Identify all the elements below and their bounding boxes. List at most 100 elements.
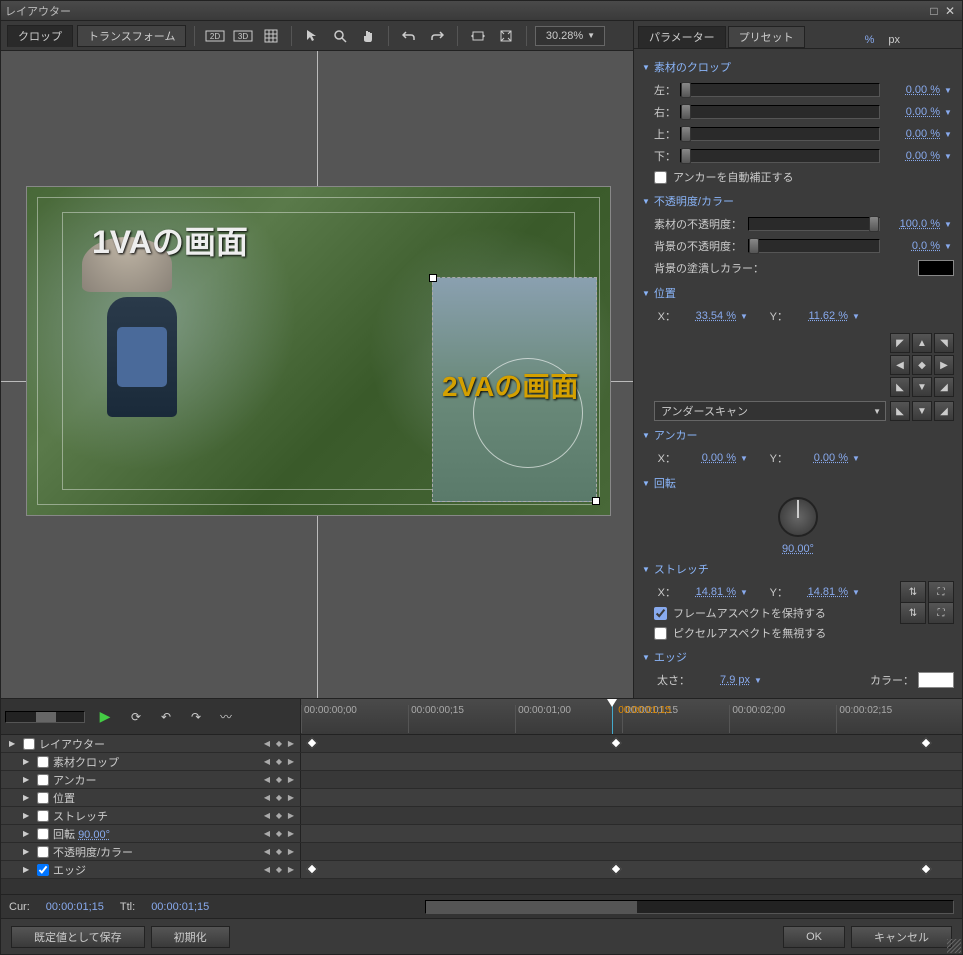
nudge-center[interactable]: ◆ [912,355,932,375]
pos-x-value[interactable]: 33.54 % [680,310,736,322]
spinner-icon[interactable]: ▼ [944,242,954,251]
kf-next-icon[interactable]: ▶ [286,739,296,748]
spinner-icon[interactable]: ▼ [944,152,954,161]
tab-transform[interactable]: トランスフォーム [77,25,186,47]
mat-opacity-value[interactable]: 100.0 % [884,218,940,230]
spinner-icon[interactable]: ▼ [852,312,862,321]
stretch-link-icon[interactable]: ⇅ [900,581,926,603]
section-rotation[interactable]: 回転 [642,475,954,491]
tab-crop[interactable]: クロップ [7,25,73,47]
kf-next-icon[interactable]: ▶ [286,793,296,802]
track-expand-icon[interactable]: ▶ [23,775,33,784]
stretch-link-icon-2[interactable]: ⇅ [900,602,926,624]
section-crop[interactable]: 素材のクロップ [642,59,954,75]
spinner-icon[interactable]: ▼ [852,588,862,597]
kf-prev-icon[interactable]: ◀ [262,757,272,766]
fit-icon[interactable] [494,25,518,47]
section-edge[interactable]: エッジ [642,649,954,665]
spinner-icon[interactable]: ▼ [740,312,750,321]
track-lane[interactable] [301,771,962,788]
kf-next-icon[interactable]: ▶ [286,757,296,766]
crop-left-value[interactable]: 0.00 % [884,84,940,96]
tab-parameter[interactable]: パラメーター [638,26,726,48]
fit-horizontal-icon[interactable] [466,25,490,47]
grid-icon[interactable] [259,25,283,47]
stretch-y-value[interactable]: 14.81 % [792,586,848,598]
kf-next-icon[interactable]: ▶ [286,829,296,838]
track-lane[interactable] [301,861,962,878]
anchor-y-value[interactable]: 0.00 % [792,452,848,464]
resize-grip[interactable] [947,939,961,953]
timeline-zoom-scrollbar[interactable] [5,711,85,723]
kf-prev-icon[interactable]: ◀ [262,847,272,856]
track-lane[interactable] [301,825,962,842]
nudge-down-right[interactable]: ◢ [934,377,954,397]
crop-top-value[interactable]: 0.00 % [884,128,940,140]
spinner-icon[interactable]: ▼ [740,588,750,597]
spinner-icon[interactable]: ▼ [740,454,750,463]
timeline-ruler[interactable]: 00:00:01;15 00:00:00;0000:00:00;1500:00:… [301,699,962,734]
track-expand-icon[interactable]: ▶ [23,847,33,856]
keyframe[interactable] [610,737,621,748]
track-keyframe-checkbox[interactable] [23,738,35,750]
pointer-icon[interactable] [300,25,324,47]
bg-opacity-slider[interactable] [748,239,880,253]
play-button[interactable]: ▶ [93,705,117,729]
save-default-button[interactable]: 既定値として保存 [11,926,145,948]
kf-prev-icon[interactable]: ◀ [262,829,272,838]
track-expand-icon[interactable]: ▶ [23,829,33,838]
cancel-button[interactable]: キャンセル [851,926,952,948]
mode-3d-button[interactable]: 3D [231,25,255,47]
maximize-icon[interactable]: □ [926,4,942,18]
loop-icon[interactable]: ⟳ [125,706,147,728]
nudge-up-right[interactable]: ◥ [934,333,954,353]
align-right-icon[interactable]: ◢ [934,401,954,421]
track-keyframe-checkbox[interactable] [37,774,49,786]
spinner-icon[interactable]: ▼ [754,676,764,685]
graph-icon[interactable]: 〰 [215,706,237,728]
track-expand-icon[interactable]: ▶ [23,811,33,820]
align-left-icon[interactable]: ◣ [890,401,910,421]
timeline-h-scrollbar[interactable] [425,900,954,914]
track-keyframe-checkbox[interactable] [37,828,49,840]
bg-color-swatch[interactable] [918,260,954,276]
undo-icon[interactable] [397,25,421,47]
nudge-down-left[interactable]: ◣ [890,377,910,397]
section-opacity[interactable]: 不透明度/カラー [642,193,954,209]
kf-next-icon[interactable]: ▶ [286,775,296,784]
track-lane[interactable] [301,753,962,770]
edge-thickness-value[interactable]: 7.9 px [694,674,750,686]
bg-opacity-value[interactable]: 0.0 % [884,240,940,252]
kf-prev-icon[interactable]: ◀ [262,793,272,802]
track-lane[interactable] [301,789,962,806]
kf-add-icon[interactable]: ◆ [274,847,284,856]
preview-canvas[interactable]: 1VAの画面 2VAの画面 [26,186,611,516]
rotation-dial[interactable] [778,497,818,537]
spinner-icon[interactable]: ▼ [944,220,954,229]
keep-aspect-checkbox[interactable] [654,607,667,620]
preview-viewport[interactable]: 1VAの画面 2VAの画面 [1,51,633,698]
keyframe[interactable] [610,863,621,874]
anchor-x-value[interactable]: 0.00 % [680,452,736,464]
tab-preset[interactable]: プリセット [728,26,805,48]
track-expand-icon[interactable]: ▶ [23,793,33,802]
track-keyframe-checkbox[interactable] [37,810,49,822]
spinner-icon[interactable]: ▼ [944,86,954,95]
pos-y-value[interactable]: 11.62 % [792,310,848,322]
ok-button[interactable]: OK [783,926,845,948]
next-keyframe-icon[interactable]: ↷ [185,706,207,728]
crop-right-slider[interactable] [680,105,880,119]
close-icon[interactable]: ✕ [942,4,958,18]
kf-add-icon[interactable]: ◆ [274,811,284,820]
prev-keyframe-icon[interactable]: ↶ [155,706,177,728]
kf-add-icon[interactable]: ◆ [274,865,284,874]
keyframe[interactable] [306,863,317,874]
spinner-icon[interactable]: ▼ [944,130,954,139]
section-stretch[interactable]: ストレッチ [642,561,954,577]
spinner-icon[interactable]: ▼ [852,454,862,463]
hand-icon[interactable] [356,25,380,47]
nudge-left[interactable]: ◀ [890,355,910,375]
keyframe[interactable] [306,737,317,748]
track-keyframe-checkbox[interactable] [37,864,49,876]
kf-add-icon[interactable]: ◆ [274,757,284,766]
